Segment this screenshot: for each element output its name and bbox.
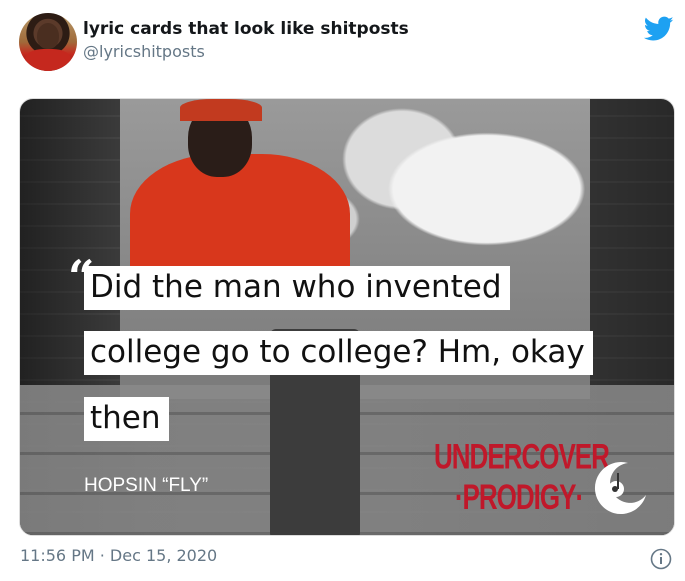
avatar[interactable] (19, 13, 77, 71)
user-handle[interactable]: @lyricshitposts (83, 42, 205, 61)
quote-line-1: Did the man who invented (84, 266, 510, 310)
avatar-coat (25, 49, 71, 71)
brand-line-1: UNDERCOVER (434, 436, 610, 477)
quote-line-2: college go to college? Hm, okay (84, 331, 593, 375)
person-cap (180, 99, 262, 121)
avatar-face (37, 23, 59, 49)
tweet-timestamp[interactable]: 11:56 PM · Dec 15, 2020 (20, 546, 217, 565)
quote-line-3: then (84, 397, 169, 441)
info-icon[interactable] (650, 548, 672, 570)
song-credit: HOPSIN “FLY” (84, 475, 209, 496)
brand-line-2: ·PRODIGY· (454, 476, 584, 518)
twitter-bird-icon[interactable] (644, 16, 674, 42)
display-name[interactable]: lyric cards that look like shitposts (83, 19, 409, 39)
lyric-card-image[interactable]: “ Did the man who invented college go to… (19, 98, 675, 536)
brand-logo: UNDERCOVER ·PRODIGY· (434, 436, 610, 535)
moon-note-icon (594, 462, 646, 515)
